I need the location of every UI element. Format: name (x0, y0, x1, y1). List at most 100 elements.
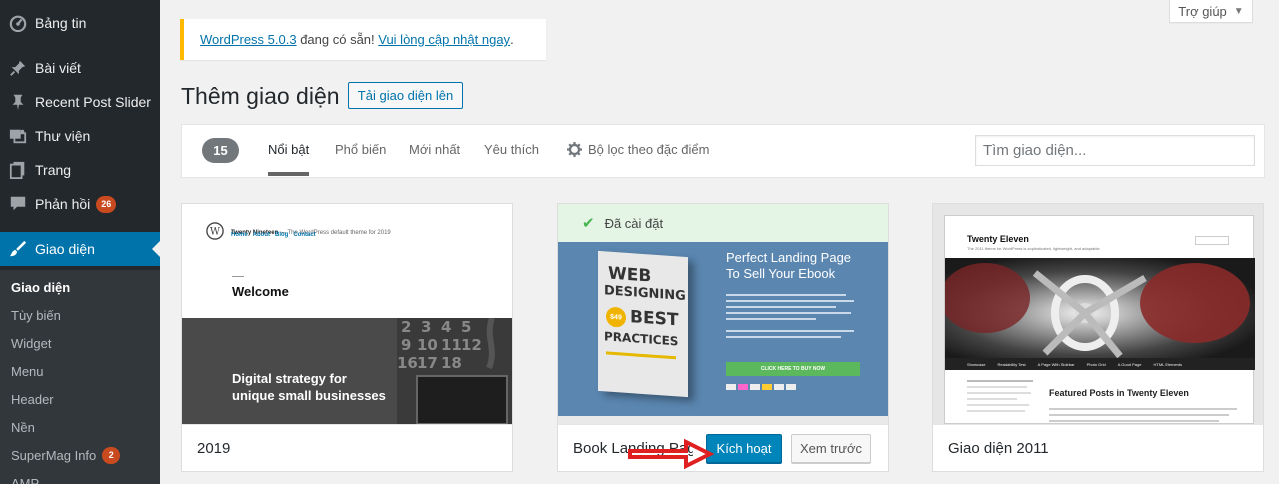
menu-label: Phản hồi (35, 196, 91, 212)
admin-sidebar: Bảng tin Bài viết Recent Post Slider Thư… (0, 0, 160, 484)
screenshot-page: Twenty Eleven The 2011 theme for WordPre… (944, 215, 1255, 424)
ebook-cover: WEB DESIGNING $49 BEST PRACTICES (598, 250, 688, 398)
submenu-label: SuperMag Info (11, 447, 97, 463)
mini-headline: To Sell Your Ebook (726, 266, 836, 281)
wordpress-version-link[interactable]: WordPress 5.0.3 (200, 32, 297, 47)
checkmark-icon: ✔ (582, 215, 595, 232)
submenu-item-supermag-info[interactable]: SuperMag Info 2 (11, 445, 121, 465)
svg-text:18: 18 (441, 354, 462, 372)
theme-search-input[interactable] (975, 135, 1255, 166)
mini-nav-item: HTML Elements (1153, 361, 1183, 367)
menu-item-posts[interactable]: Bài viết (0, 51, 160, 85)
screenshot-header: W Twenty Nineteen — The WordPress defaul… (182, 204, 512, 318)
book-title-line: DESIGNING (604, 283, 686, 304)
menu-label: Bài viết (35, 60, 81, 76)
menu-label: Trang (35, 162, 72, 178)
update-notice: WordPress 5.0.3 đang có sẵn! Vui lòng cậ… (180, 19, 546, 60)
screenshot-hero: WEB DESIGNING $49 BEST PRACTICES Perfect… (558, 242, 888, 424)
comment-icon (0, 195, 35, 213)
notice-text: đang có sẵn! (296, 32, 379, 47)
mini-featured-heading: Featured Posts in Twenty Eleven (1049, 388, 1189, 398)
tab-featured[interactable]: Nổi bật (268, 142, 310, 176)
menu-label: Bảng tin (35, 15, 87, 31)
menu-item-media[interactable]: Thư viện (0, 119, 160, 153)
feature-filter-label: Bộ lọc theo đặc điểm (588, 142, 710, 157)
svg-text:3: 3 (421, 318, 431, 336)
installed-notice: ✔ Đã cài đặt (558, 204, 888, 242)
mini-tagline: The 2011 theme for WordPress is sophisti… (967, 246, 1101, 251)
pin-icon (0, 93, 35, 111)
tab-latest[interactable]: Mới nhất (409, 142, 460, 157)
theme-count: 15 (202, 138, 239, 163)
update-now-link[interactable]: Vui lòng cập nhật ngay (378, 32, 510, 47)
tab-favorites[interactable]: Yêu thích (484, 142, 539, 157)
mini-headline: Perfect Landing Page (726, 250, 852, 265)
supermag-badge: 2 (102, 446, 121, 464)
mini-nav-item: About (252, 232, 270, 238)
theme-card-2019[interactable]: W Twenty Nineteen — The WordPress defaul… (181, 203, 513, 472)
svg-text:4: 4 (441, 318, 451, 336)
dashboard-icon (0, 14, 35, 32)
tab-popular[interactable]: Phổ biến (335, 142, 386, 157)
mini-nav-item: Photo Grid (1086, 361, 1106, 367)
menu-label: Thư viện (35, 128, 91, 144)
book-price-badge: $49 (606, 306, 626, 328)
theme-name: 2019 (182, 424, 512, 471)
activate-button[interactable]: Kích hoạt (706, 434, 782, 463)
wordpress-logo-icon: W (206, 222, 224, 240)
mini-nav-bar: Showcase Readability Test A Page With Si… (945, 358, 1255, 370)
mini-cta-button: CLICK HERE TO BUY NOW (726, 362, 860, 376)
payment-icons (726, 384, 796, 390)
svg-text:10: 10 (417, 336, 438, 354)
theme-card-book-landing-page[interactable]: ✔ Đã cài đặt WEB DESIGNING $49 BEST PRAC… (557, 203, 889, 472)
svg-text:9: 9 (401, 336, 411, 354)
theme-name: Giao diện 2011 (933, 424, 1263, 471)
feature-filter-button[interactable]: Bộ lọc theo đặc điểm (567, 142, 709, 157)
theme-card-twenty-eleven[interactable]: Twenty Eleven The 2011 theme for WordPre… (932, 203, 1264, 472)
caret-down-icon: ▼ (1233, 5, 1244, 17)
submenu-item-background[interactable]: Nền (11, 417, 35, 437)
theme-screenshot[interactable]: Twenty Eleven The 2011 theme for WordPre… (933, 204, 1263, 424)
mini-nav-item: Home (231, 232, 248, 238)
submenu-item-menus[interactable]: Menu (11, 361, 44, 381)
pin-icon (0, 59, 35, 77)
media-icon (0, 127, 35, 145)
svg-text:5: 5 (461, 318, 471, 336)
mini-search (1195, 236, 1229, 245)
mini-nav-item: Blog (275, 232, 289, 238)
page-title: Thêm giao diện (181, 83, 340, 109)
preview-button[interactable]: Xem trước (791, 434, 871, 463)
theme-filter-bar: 15 Nổi bật Phổ biến Mới nhất Yêu thích B… (181, 124, 1265, 178)
header-photo (945, 258, 1255, 358)
theme-screenshot[interactable]: W Twenty Nineteen — The WordPress defaul… (182, 204, 512, 424)
appearance-submenu: Giao diện Tùy biến Widget Menu Header Nề… (0, 270, 160, 484)
screenshot-hero: 2345 9 10 11 12 16 17 18 Digital strategy for… (182, 318, 512, 424)
book-title-line: BEST (630, 307, 679, 331)
theme-screenshot[interactable]: ✔ Đã cài đặt WEB DESIGNING $49 BEST PRAC… (558, 204, 888, 424)
brush-icon (0, 240, 35, 258)
menu-item-appearance[interactable]: Giao diện (0, 232, 160, 266)
menu-item-dashboard[interactable]: Bảng tin (0, 6, 160, 40)
submenu-item-themes[interactable]: Giao diện (11, 277, 70, 297)
svg-text:17: 17 (417, 354, 438, 372)
submenu-item-amp[interactable]: AMP (11, 473, 39, 484)
notice-end: . (510, 32, 514, 47)
help-label: Trợ giúp (1178, 3, 1227, 19)
mini-nav-item: A Page With Sidebar (1037, 361, 1075, 367)
mini-nav-item: Contact (293, 232, 316, 238)
menu-item-pages[interactable]: Trang (0, 153, 160, 187)
submenu-item-customize[interactable]: Tùy biến (11, 305, 61, 325)
menu-item-recent-post-slider[interactable]: Recent Post Slider (0, 85, 160, 119)
mini-nav-item: A Good Page (1117, 361, 1142, 367)
menu-label: Recent Post Slider (35, 94, 151, 110)
calendar-decor: 2345 9 10 11 12 16 17 18 (397, 318, 512, 424)
submenu-item-widgets[interactable]: Widget (11, 333, 51, 353)
help-tab-button[interactable]: Trợ giúp ▼ (1169, 0, 1253, 23)
submenu-item-header[interactable]: Header (11, 389, 54, 409)
mini-site-title: Twenty Eleven (967, 234, 1029, 244)
upload-theme-button[interactable]: Tải giao diện lên (348, 82, 463, 109)
svg-text:16: 16 (397, 354, 418, 372)
menu-label: Giao diện (35, 241, 95, 257)
mini-sidebar-lines (967, 380, 1037, 416)
menu-item-comments[interactable]: Phản hồi 26 (0, 187, 160, 221)
